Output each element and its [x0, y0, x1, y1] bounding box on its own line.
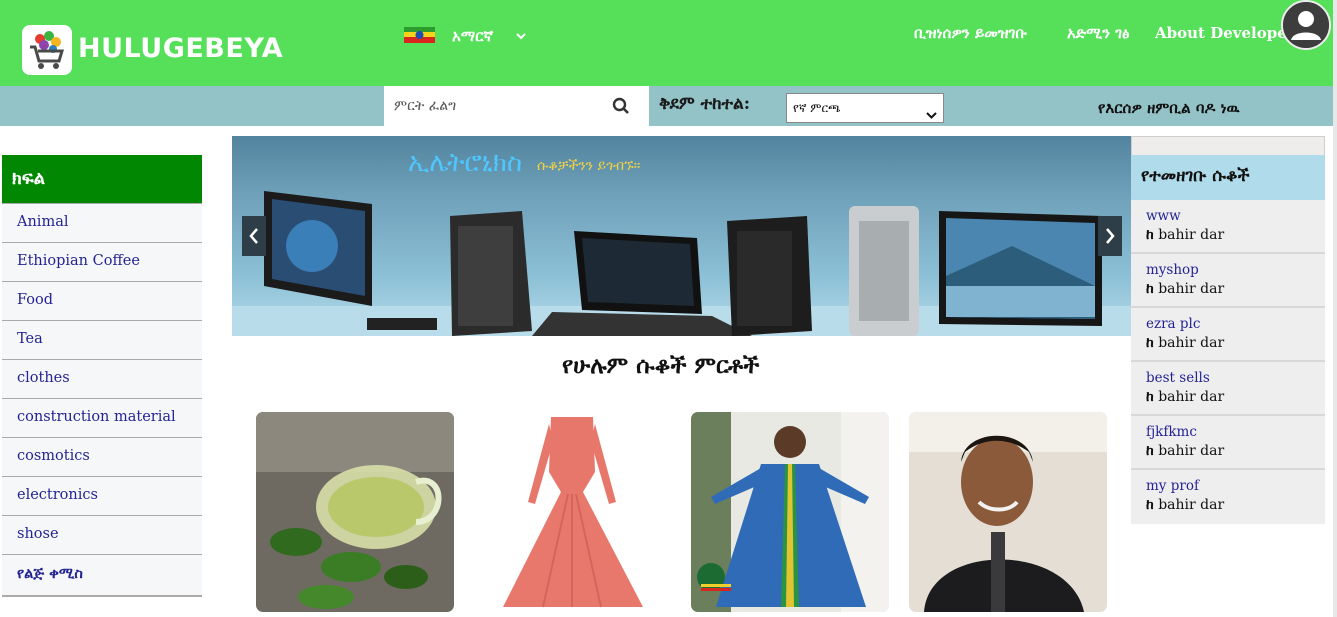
category-label[interactable]: Food — [17, 292, 53, 308]
page-scrollbar[interactable] — [1333, 0, 1337, 617]
shop-name[interactable]: best sells — [1146, 370, 1210, 386]
category-label[interactable]: electronics — [17, 487, 98, 503]
shop-item[interactable]: fjkfkmc ከ bahir dar — [1131, 416, 1325, 470]
category-header: ክፍል — [2, 155, 202, 203]
carousel-prev-button[interactable] — [242, 216, 266, 256]
shop-name[interactable]: www — [1146, 208, 1181, 224]
ethiopia-flag-icon — [404, 27, 435, 43]
product-card-tea[interactable] — [256, 412, 454, 612]
category-item[interactable]: shose — [2, 515, 202, 554]
chevron-down-icon — [926, 103, 937, 131]
shop-name[interactable]: ezra plc — [1146, 316, 1200, 332]
category-label[interactable]: construction material — [17, 409, 176, 425]
sort-selected-value: የኛ ምርጫ — [793, 101, 841, 115]
product-card-dress[interactable] — [473, 412, 671, 612]
category-item[interactable]: Animal — [2, 203, 202, 242]
category-label[interactable]: የልጅ ቀሚስ — [17, 565, 83, 582]
banner-carousel: ኢሌትሮኒክስ ሱቆቻችንን ይጎብኙ። — [232, 136, 1131, 336]
electronics-banner-image — [232, 191, 1131, 336]
category-item[interactable]: cosmotics — [2, 437, 202, 476]
shop-location: ከ bahir dar — [1146, 389, 1225, 405]
nav-about-developer[interactable]: About Developer — [1155, 24, 1295, 42]
shop-name[interactable]: my prof — [1146, 478, 1199, 494]
shop-location: ከ bahir dar — [1146, 335, 1225, 351]
brand-name[interactable]: HULUGEBEYA — [78, 33, 283, 64]
shop-location: ከ bahir dar — [1146, 281, 1225, 297]
chevron-left-icon — [249, 228, 258, 244]
shop-item[interactable]: ezra plc ከ bahir dar — [1131, 308, 1325, 362]
shop-item[interactable]: best sells ከ bahir dar — [1131, 362, 1325, 416]
product-image — [691, 412, 889, 612]
shop-name[interactable]: myshop — [1146, 262, 1199, 278]
category-item[interactable]: Food — [2, 281, 202, 320]
category-item[interactable]: clothes — [2, 359, 202, 398]
category-item[interactable]: Ethiopian Coffee — [2, 242, 202, 281]
shops-header: የተመዘገቡ ሱቆች — [1131, 155, 1325, 200]
category-label[interactable]: shose — [17, 526, 59, 542]
product-image — [909, 412, 1107, 612]
shop-location: ከ bahir dar — [1146, 227, 1225, 243]
shop-location: ከ bahir dar — [1146, 497, 1225, 513]
language-selector[interactable]: አማርኛ — [452, 27, 493, 45]
chevron-right-icon — [1106, 228, 1115, 244]
category-item[interactable]: electronics — [2, 476, 202, 515]
product-image — [473, 412, 671, 612]
product-card-habesha-dress[interactable] — [691, 412, 889, 612]
shop-name[interactable]: fjkfkmc — [1146, 424, 1197, 440]
category-label[interactable]: clothes — [17, 370, 70, 386]
search-icon[interactable] — [612, 97, 630, 119]
product-card-person[interactable] — [909, 412, 1107, 612]
category-item[interactable]: construction material — [2, 398, 202, 437]
category-item[interactable]: Tea — [2, 320, 202, 359]
category-label[interactable]: Animal — [17, 214, 68, 230]
nav-admin-page[interactable]: አድሚን ገፅ — [1067, 24, 1129, 42]
cart-status[interactable]: የእርሰዎ ዘምቢል ባዶ ነዉ — [1098, 99, 1240, 117]
user-avatar-icon[interactable] — [1281, 0, 1331, 50]
banner-subtitle: ሱቆቻችንን ይጎብኙ። — [537, 158, 641, 174]
products-section-title: የሁሉም ሱቆች ምርቶች — [562, 352, 760, 379]
chevron-down-icon[interactable] — [515, 27, 527, 46]
category-title: ክፍል — [12, 168, 46, 189]
shops-title: የተመዘገቡ ሱቆች — [1141, 166, 1250, 186]
product-image — [256, 412, 454, 612]
shop-item[interactable]: my prof ከ bahir dar — [1131, 470, 1325, 524]
shop-location: ከ bahir dar — [1146, 443, 1225, 459]
banner-title: ኢሌትሮኒክስ — [408, 148, 523, 178]
category-label[interactable]: Tea — [17, 331, 43, 347]
shop-item[interactable]: myshop ከ bahir dar — [1131, 254, 1325, 308]
search-input[interactable] — [384, 86, 604, 126]
sort-dropdown[interactable]: የኛ ምርጫ — [786, 93, 944, 123]
carousel-next-button[interactable] — [1098, 216, 1122, 256]
nav-register-business[interactable]: ቢዝነሰዎን ይመዝገቡ — [914, 24, 1027, 42]
sort-label: ቅደም ተከተል: — [659, 94, 751, 114]
search-box — [384, 86, 649, 126]
logo-icon[interactable] — [22, 25, 72, 75]
category-item[interactable]: የልጅ ቀሚስ — [2, 554, 202, 596]
shop-item[interactable]: www ከ bahir dar — [1131, 200, 1325, 254]
category-label[interactable]: cosmotics — [17, 448, 90, 464]
category-label[interactable]: Ethiopian Coffee — [17, 253, 140, 269]
